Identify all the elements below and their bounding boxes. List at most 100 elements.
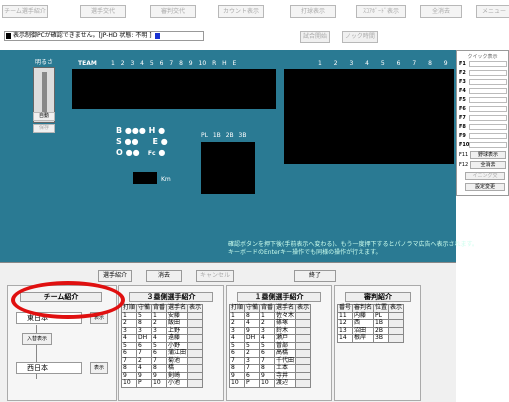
show-cell[interactable] <box>295 379 312 388</box>
col-header: 審判名 <box>352 304 375 313</box>
innings-header: 1 2 3 4 5 6 7 8 9 10 R H E <box>111 60 237 67</box>
status-indicator-icon <box>154 32 160 39</box>
show-cell[interactable] <box>187 326 204 335</box>
f11-baseball-button[interactable]: 野球表示 <box>470 151 506 159</box>
table-cell: 飯田 <box>166 319 189 328</box>
table-cell: 2 <box>151 319 168 328</box>
show-cell[interactable] <box>295 326 312 335</box>
show-cell[interactable] <box>295 319 312 328</box>
inning-change-button[interactable]: イニング交 <box>465 172 505 180</box>
status-square-icon <box>6 33 11 39</box>
table-row: 13 沼田 2B <box>336 326 405 335</box>
show-cell[interactable] <box>295 311 312 320</box>
show-cell[interactable] <box>388 334 405 343</box>
show-cell[interactable] <box>187 349 204 358</box>
table-row: 10 P 10 渡辺 <box>228 379 312 388</box>
table-cell: 高橋 <box>274 349 297 358</box>
f11-label: F11 <box>459 152 469 158</box>
first-base-title: １塁側選手紹介 <box>237 292 321 302</box>
f7-row[interactable]: F7 <box>459 114 507 122</box>
show-cell[interactable] <box>187 334 204 343</box>
away-team-field[interactable]: 西日本 <box>16 362 82 374</box>
col-header: 打順 <box>120 304 138 313</box>
col-header: 打順 <box>228 304 246 313</box>
umpire-positions-label: PL 1B 2B 3B <box>201 132 247 139</box>
first-base-lineup-table: 打順 守備 背番 選手名 表示 1 8 1 佐々木 2 4 2 篠塚 3 9 3 鈴木 4 DH 4 瀬戸 5 5 5 曽部 6 2… <box>228 304 312 388</box>
table-cell: 14 <box>336 334 354 343</box>
col-header: 選手名 <box>274 304 297 313</box>
f5-row[interactable]: F5 <box>459 96 507 104</box>
table-cell: 土本 <box>274 364 297 373</box>
show-cell[interactable] <box>187 311 204 320</box>
table-cell: 渡辺 <box>274 379 297 388</box>
cancel-button[interactable]: キャンセル <box>196 270 234 282</box>
show-cell[interactable] <box>295 356 312 365</box>
away-team-show-button[interactable]: 表示 <box>90 362 108 374</box>
table-cell: 10 <box>120 379 138 388</box>
show-cell[interactable] <box>187 356 204 365</box>
table-cell: 4 <box>136 364 153 373</box>
player-intro-button[interactable]: 選手紹介 <box>98 270 132 282</box>
menu-button[interactable]: メニュー <box>476 5 509 18</box>
show-cell[interactable] <box>388 326 405 335</box>
score-panel-left <box>72 69 276 109</box>
team-player-intro-button[interactable]: チーム選手紹介 <box>2 5 48 18</box>
show-cell[interactable] <box>388 319 405 328</box>
f10-row[interactable]: F10 <box>459 141 507 149</box>
show-cell[interactable] <box>295 371 312 380</box>
f1-row[interactable]: F1 <box>459 60 507 68</box>
save-button[interactable]: 保存 <box>33 124 55 133</box>
show-cell[interactable] <box>295 364 312 373</box>
batted-ball-button[interactable]: 打球表示 <box>290 5 336 18</box>
swap-display-button[interactable]: 入替表示 <box>22 333 52 345</box>
f9-row[interactable]: F9 <box>459 132 507 140</box>
table-cell: 瀬戸 <box>274 334 297 343</box>
table-cell: 2 <box>244 349 261 358</box>
count-display-button[interactable]: カウント表示 <box>218 5 264 18</box>
settings-change-button[interactable]: 設定変更 <box>465 183 505 191</box>
show-cell[interactable] <box>295 341 312 350</box>
table-cell: 4 <box>244 319 261 328</box>
table-cell: 2 <box>228 319 246 328</box>
umpire-change-button[interactable]: 審判交代 <box>150 5 196 18</box>
table-cell: 4 <box>151 334 168 343</box>
show-cell[interactable] <box>295 334 312 343</box>
brightness-label: 明るさ <box>35 59 54 66</box>
f3-row[interactable]: F3 <box>459 78 507 86</box>
scoreboard-display-button[interactable]: ｽｺｱﾎﾞｰﾄﾞ表示 <box>356 5 406 18</box>
show-cell[interactable] <box>187 379 204 388</box>
table-cell: 6 <box>120 349 138 358</box>
knock-time-button[interactable]: ノック時間 <box>342 31 378 43</box>
team-label: TEAM <box>78 60 97 67</box>
table-cell: 7 <box>136 349 153 358</box>
f12-clear-button[interactable]: 全消去 <box>470 161 506 169</box>
show-cell[interactable] <box>187 371 204 380</box>
col-header: 表示 <box>187 304 204 313</box>
quick-display-title: クイック表示 <box>467 54 498 60</box>
table-cell: 6 <box>259 349 276 358</box>
f2-row[interactable]: F2 <box>459 69 507 77</box>
show-cell[interactable] <box>187 341 204 350</box>
table-cell: P <box>136 379 153 388</box>
show-cell[interactable] <box>187 319 204 328</box>
player-change-button[interactable]: 選手交代 <box>80 5 126 18</box>
game-start-button[interactable]: 試合開始 <box>300 31 330 43</box>
table-cell: 西 <box>352 319 375 328</box>
auto-button[interactable]: 自動 <box>33 112 55 121</box>
end-button[interactable]: 終了 <box>294 270 336 282</box>
table-cell: DH <box>136 334 153 343</box>
umpire-title: 審判紹介 <box>345 292 411 302</box>
f8-row[interactable]: F8 <box>459 123 507 131</box>
f6-row[interactable]: F6 <box>459 105 507 113</box>
third-base-lineup-box: ３塁側選手紹介 打順 守備 背番 選手名 表示 1 5 1 安藤 2 8 2 飯田 3 3 3 上野 4 DH 4 遠藤… <box>118 285 224 401</box>
show-cell[interactable] <box>187 364 204 373</box>
f4-row[interactable]: F4 <box>459 87 507 95</box>
clear-button[interactable]: 消去 <box>146 270 182 282</box>
clear-all-button[interactable]: 全消去 <box>420 5 462 18</box>
show-cell[interactable] <box>388 311 405 320</box>
show-cell[interactable] <box>295 349 312 358</box>
col-header: 選手名 <box>166 304 189 313</box>
umpire-table: 番号 審判名 位置 表示 11 内藤 PL 12 西 1B 13 沼田 2B 14 根岸 3B <box>336 304 405 343</box>
table-row: 8 7 8 土本 <box>228 364 312 373</box>
umpire-panel <box>201 142 255 194</box>
